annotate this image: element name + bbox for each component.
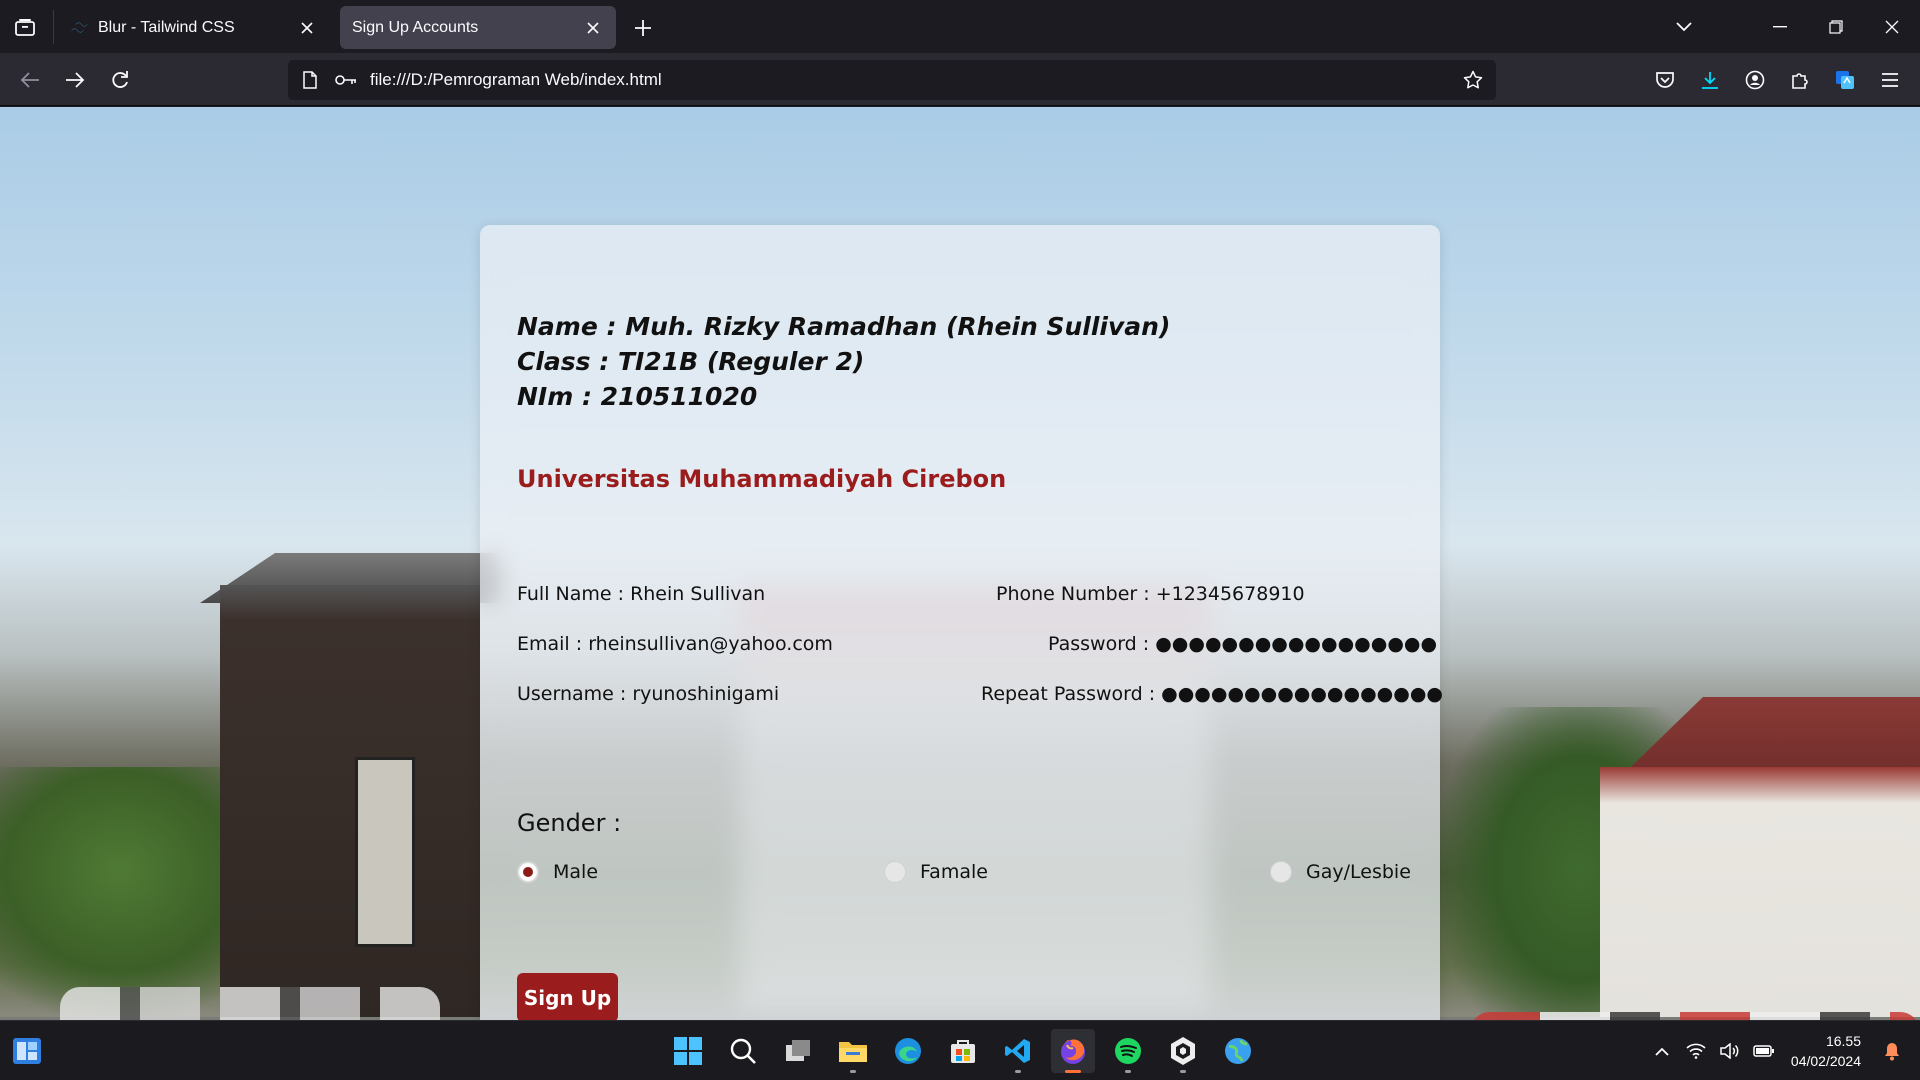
gender-option-label: Gay/Lesbie — [1306, 861, 1411, 883]
background-building-ornament — [355, 757, 415, 947]
chevron-up-icon[interactable] — [1648, 1037, 1676, 1065]
tab-title: Blur - Tailwind CSS — [98, 18, 235, 36]
reload-icon[interactable] — [105, 65, 135, 95]
battery-icon[interactable] — [1750, 1037, 1778, 1065]
vscode-icon[interactable] — [996, 1029, 1040, 1073]
clock[interactable]: 16.55 04/02/2024 — [1791, 1031, 1861, 1071]
bookmark-star-icon[interactable] — [1458, 70, 1488, 90]
running-indicator — [1065, 1070, 1081, 1073]
running-indicator — [1180, 1070, 1186, 1073]
university-name: Universitas Muhammadiyah Cirebon — [517, 465, 1007, 493]
radio-button[interactable] — [1270, 861, 1292, 883]
chevron-down-icon[interactable] — [1656, 0, 1712, 53]
notification-bell-icon[interactable] — [1878, 1037, 1906, 1065]
close-tab-icon[interactable] — [296, 17, 318, 39]
window-controls — [1656, 0, 1920, 53]
wifi-icon[interactable] — [1682, 1037, 1710, 1065]
gender-option-label: Famale — [920, 861, 988, 883]
key-icon[interactable] — [332, 74, 360, 86]
pocket-icon[interactable] — [1650, 65, 1680, 95]
extensions-icon[interactable] — [1785, 65, 1815, 95]
windows-taskbar: 16.55 04/02/2024 — [0, 1020, 1920, 1080]
browser-tab-bar: Blur - Tailwind CSS Sign Up Accounts — [0, 0, 1920, 53]
tailwind-icon — [70, 20, 92, 36]
account-icon[interactable] — [1740, 65, 1770, 95]
radio-button[interactable] — [884, 861, 906, 883]
student-nim: NIm : 210511020 — [517, 382, 758, 411]
tab-blur-tailwind[interactable]: Blur - Tailwind CSS — [58, 6, 330, 49]
gender-option-male[interactable]: Male — [517, 861, 598, 883]
email-field: Email : rheinsullivan@yahoo.com — [517, 633, 833, 655]
clock-time: 16.55 — [1825, 1033, 1861, 1049]
tab-separator — [53, 10, 54, 44]
repeat-password-field: Repeat Password : ●●●●●●●●●●●●●●●●● — [981, 683, 1443, 705]
gender-option-label: Male — [553, 861, 599, 883]
tab-title: Sign Up Accounts — [352, 18, 479, 36]
edge-icon[interactable] — [886, 1029, 930, 1073]
menu-icon[interactable] — [1875, 65, 1905, 95]
new-tab-icon[interactable] — [628, 13, 658, 43]
system-tray: 16.55 04/02/2024 — [1645, 1021, 1920, 1080]
sign-up-button[interactable]: Sign Up — [517, 973, 618, 1020]
background-cars — [60, 987, 440, 1020]
phone-number-field: Phone Number : +12345678910 — [996, 583, 1305, 605]
globe-icon[interactable] — [1216, 1029, 1260, 1073]
translate-extension-icon[interactable] — [1830, 65, 1860, 95]
gender-option-gay-lesbie[interactable]: Gay/Lesbie — [1270, 861, 1411, 883]
running-indicator — [850, 1070, 856, 1073]
close-tab-icon[interactable] — [582, 17, 604, 39]
url-text: file:///D:/Pemrograman Web/index.html — [370, 70, 662, 89]
signup-card: Name : Muh. Rizky Ramadhan (Rhein Sulliv… — [480, 225, 1443, 1020]
back-icon[interactable] — [15, 65, 45, 95]
firefox-icon[interactable] — [1051, 1029, 1095, 1073]
browser-nav-bar: file:///D:/Pemrograman Web/index.html — [0, 53, 1920, 106]
taskbar-apps — [666, 1029, 1260, 1073]
app-icon[interactable] — [1161, 1029, 1205, 1073]
running-indicator — [1015, 1070, 1021, 1073]
task-view-icon[interactable] — [776, 1029, 820, 1073]
file-explorer-icon[interactable] — [831, 1029, 875, 1073]
address-bar[interactable]: file:///D:/Pemrograman Web/index.html — [288, 60, 1496, 100]
gender-label: Gender : — [517, 809, 622, 837]
start-icon[interactable] — [666, 1029, 710, 1073]
running-indicator — [1125, 1070, 1131, 1073]
full-name-field: Full Name : Rhein Sullivan — [517, 583, 766, 605]
background-building — [220, 585, 480, 1020]
username-field: Username : ryunoshinigami — [517, 683, 780, 705]
student-info: Name : Muh. Rizky Ramadhan (Rhein Sulliv… — [517, 309, 1170, 414]
background-building — [1600, 767, 1920, 1020]
close-window-icon[interactable] — [1864, 0, 1920, 53]
tab-sign-up-accounts[interactable]: Sign Up Accounts — [340, 6, 616, 49]
volume-icon[interactable] — [1716, 1037, 1744, 1065]
radio-button-checked[interactable] — [517, 861, 539, 883]
store-icon[interactable] — [941, 1029, 985, 1073]
student-class: Class : TI21B (Reguler 2) — [517, 347, 865, 376]
page-viewport: Name : Muh. Rizky Ramadhan (Rhein Sulliv… — [0, 107, 1920, 1020]
page-icon — [298, 71, 322, 89]
minimize-icon[interactable] — [1752, 0, 1808, 53]
clock-date: 04/02/2024 — [1790, 1053, 1861, 1069]
password-field: Password : ●●●●●●●●●●●●●●●●● — [1048, 633, 1438, 655]
spotify-icon[interactable] — [1106, 1029, 1150, 1073]
student-name: Name : Muh. Rizky Ramadhan (Rhein Sulliv… — [517, 312, 1171, 341]
gender-option-famale[interactable]: Famale — [884, 861, 988, 883]
widgets-icon[interactable] — [12, 1036, 42, 1066]
tab-list-icon[interactable] — [10, 12, 40, 42]
restore-icon[interactable] — [1808, 0, 1864, 53]
search-icon[interactable] — [721, 1029, 765, 1073]
forward-icon[interactable] — [60, 65, 90, 95]
downloads-icon[interactable] — [1695, 65, 1725, 95]
background-cars — [1470, 1012, 1920, 1020]
